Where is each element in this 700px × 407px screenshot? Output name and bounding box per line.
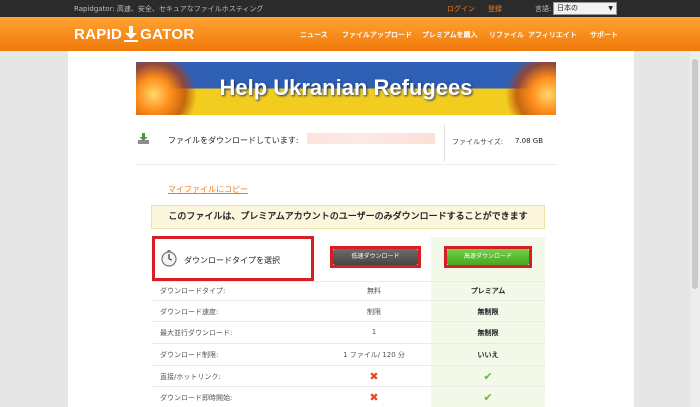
row-label-instant-start: ダウンロード即時開始:: [160, 394, 233, 402]
divider: [136, 164, 556, 165]
logo-text-right: GATOR: [140, 26, 195, 43]
free-download-limit: 1 ファイル/ 120 分: [343, 351, 405, 359]
row-divider: [151, 365, 545, 366]
language-value: 日本の: [557, 4, 578, 12]
ukraine-banner[interactable]: Help Ukranian Refugees: [136, 62, 556, 115]
nav-news[interactable]: ニュース: [300, 30, 328, 40]
cross-icon: ✖: [369, 370, 379, 383]
language-select[interactable]: 日本の ▼: [553, 2, 617, 15]
vertical-scrollbar[interactable]: [690, 51, 700, 407]
nav-support[interactable]: サポート: [590, 30, 618, 40]
row-label-download-speed: ダウンロード速度:: [160, 308, 219, 316]
file-downloading-label: ファイルをダウンロードしています:: [168, 136, 299, 145]
row-divider: [151, 343, 545, 344]
top-bar: Rapidgator: 高速、安全、セキュアなファイルホスティング ログイン 登…: [0, 0, 700, 17]
row-divider: [151, 386, 545, 387]
download-arrow-icon: [124, 26, 139, 42]
divider: [444, 124, 445, 162]
premium-download-type: プレミアム: [470, 287, 506, 295]
copy-to-my-files-link[interactable]: マイファイルにコピー: [168, 184, 248, 195]
premium-max-parallel: 無制限: [477, 329, 499, 337]
row-label-download-limit: ダウンロード制限:: [160, 351, 219, 359]
free-download-speed: 制限: [367, 308, 381, 316]
premium-download-limit: いいえ: [477, 351, 499, 359]
site-tagline: Rapidgator: 高速、安全、セキュアなファイルホスティング: [74, 5, 264, 13]
download-file-icon: [138, 133, 149, 144]
language-label: 言語:: [535, 5, 552, 13]
fast-download-button[interactable]: 高速ダウンロード: [447, 249, 529, 265]
login-link[interactable]: ログイン: [447, 4, 475, 14]
rapidgator-logo[interactable]: RAPID GATOR: [74, 26, 194, 43]
file-name-redacted: [307, 133, 435, 144]
chevron-down-icon: ▼: [608, 5, 613, 12]
file-size-value: 7.08 GB: [515, 137, 544, 145]
row-divider: [151, 281, 545, 282]
row-label-hotlink: 直接/ホットリンク:: [160, 373, 221, 381]
cross-icon: ✖: [369, 391, 379, 404]
row-divider: [151, 321, 545, 322]
logo-text-left: RAPID: [74, 26, 123, 43]
banner-title: Help Ukranian Refugees: [219, 75, 473, 100]
stopwatch-icon: [161, 250, 177, 267]
register-link[interactable]: 登録: [488, 4, 502, 14]
free-download-type: 無料: [367, 287, 381, 295]
premium-only-notice: このファイルは、プレミアムアカウントのユーザーのみダウンロードすることができます: [151, 205, 545, 229]
row-label-download-type: ダウンロードタイプ:: [160, 287, 226, 295]
download-type-label: ダウンロードタイプを選択: [184, 256, 280, 265]
file-size-label: ファイルサイズ:: [452, 138, 504, 146]
slow-download-button[interactable]: 低速ダウンロード: [333, 249, 418, 265]
check-icon: ✔: [483, 391, 493, 404]
scrollbar-thumb[interactable]: [692, 59, 698, 289]
nav-buy-premium[interactable]: プレミアムを購入: [422, 30, 478, 40]
nav-affiliate[interactable]: アフィリエイト: [528, 30, 577, 40]
free-max-parallel: 1: [371, 328, 377, 336]
site-header: RAPID GATOR ニュース ファイルアップロード プレミアムを購入 リファイ…: [0, 17, 700, 51]
premium-download-speed: 無制限: [477, 308, 499, 316]
row-label-max-parallel: 最大並行ダウンロード:: [160, 329, 233, 337]
check-icon: ✔: [483, 370, 493, 383]
nav-file-upload[interactable]: ファイルアップロード: [342, 30, 412, 40]
row-divider: [151, 300, 545, 301]
nav-refile[interactable]: リファイル: [489, 30, 524, 40]
